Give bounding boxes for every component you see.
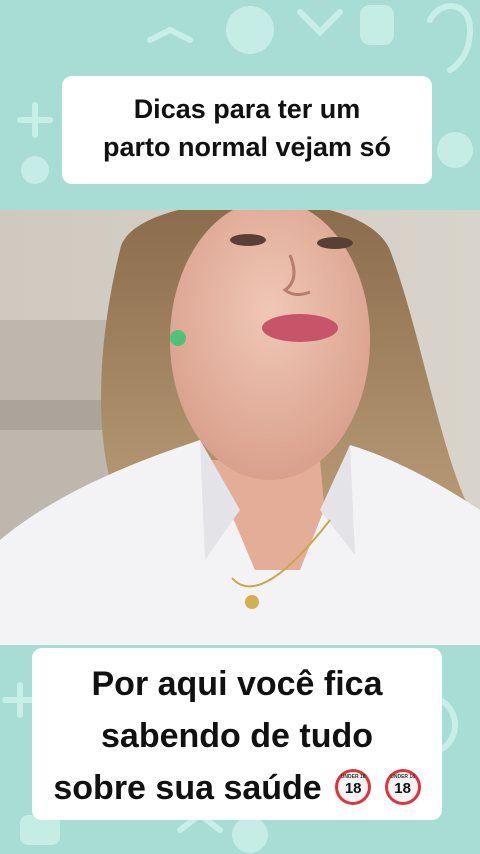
underage-emoji-icon: 18 UNDER 18 [335, 769, 372, 805]
video-frame [0, 210, 480, 645]
bottom-caption: Por aqui você fica sabendo de tudo sobre… [32, 648, 442, 820]
top-caption: Dicas para ter um parto normal vejam só [62, 76, 432, 184]
woman-portrait-image [0, 210, 480, 645]
underage-emoji-label: UNDER 18 [340, 774, 366, 780]
bottom-caption-line-3-text: sobre sua saúde [53, 769, 322, 807]
top-caption-line-2: parto normal vejam só [102, 132, 392, 162]
underage-emoji-label: UNDER 18 [390, 774, 415, 780]
top-caption-line-1: Dicas para ter um [133, 94, 361, 124]
underage-emoji-icon: 18 UNDER 18 [384, 769, 421, 805]
bottom-caption-line-3: sobre sua saúde 18 UNDER 18 18 UNDER 18 [32, 762, 442, 814]
bottom-caption-line-2: sabendo de tudo [101, 717, 373, 755]
bottom-caption-line-1: Por aqui você fica [91, 665, 383, 703]
